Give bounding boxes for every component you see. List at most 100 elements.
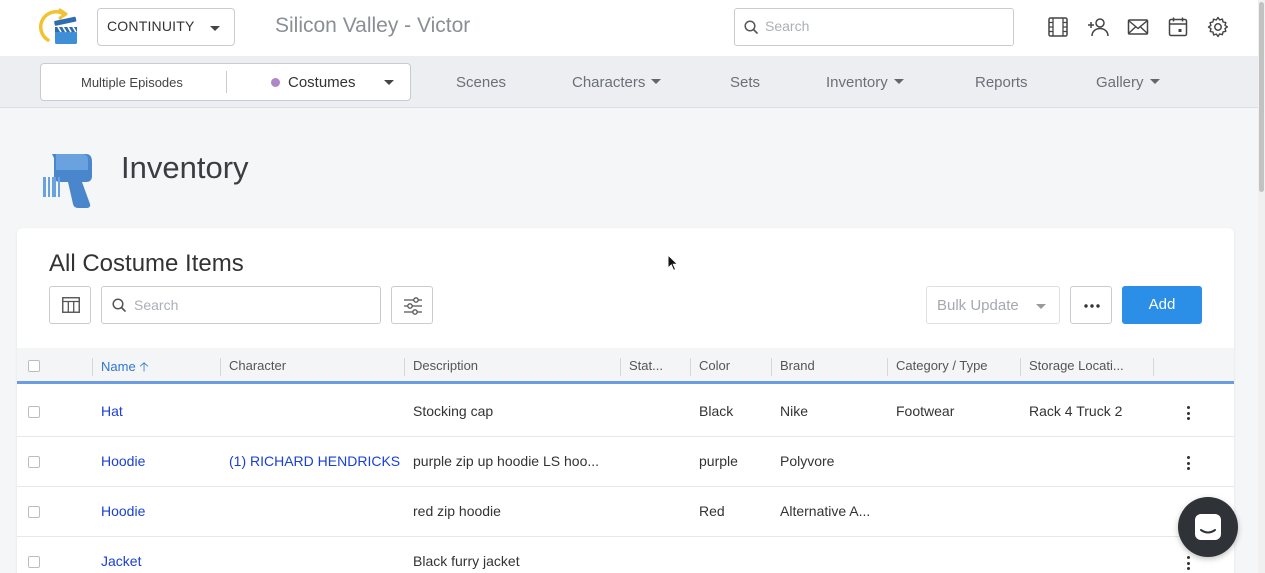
table-search[interactable] [101,286,381,324]
film-icon[interactable] [1046,15,1070,39]
row-checkbox[interactable] [28,506,40,518]
description-cell: purple zip up hoodie LS hoo... [413,453,600,469]
divider [226,71,227,93]
chevron-down-icon [210,26,220,31]
item-name-link[interactable]: Hat [101,403,123,419]
sliders-icon [404,297,422,315]
column-divider[interactable] [220,358,221,376]
add-user-icon[interactable] [1086,15,1110,39]
nav-item-gallery[interactable]: Gallery [1096,74,1160,91]
column-divider[interactable] [1153,358,1154,376]
table-search-input[interactable] [134,297,374,313]
search-icon [744,20,758,34]
barcode-scanner-icon [43,154,92,208]
bulk-update-label: Bulk Update [937,297,1019,314]
description-cell: Stocking cap [413,403,494,419]
table-row[interactable]: Hoodie (1) RICHARD HENDRICKS purple zip … [17,437,1234,487]
filter-button[interactable] [391,286,433,324]
row-menu-icon[interactable] [1187,406,1191,423]
column-header-description[interactable]: Description [413,358,478,373]
item-name-link[interactable]: Jacket [101,553,141,569]
episode-selector[interactable]: Multiple Episodes [81,75,183,90]
nav-item-label: Characters [572,74,646,91]
column-divider[interactable] [690,358,691,376]
category-cell: Footwear [896,403,955,419]
sort-ascending-icon: 🡡 [139,359,149,374]
scrollbar-thumb[interactable] [1259,2,1264,192]
description-cell: red zip hoodie [413,503,501,519]
brand-cell: Alternative A... [780,503,871,519]
brand-cell: Nike [780,403,809,419]
column-header-character[interactable]: Character [229,358,286,373]
column-header-status[interactable]: Stat... [629,358,663,373]
mail-icon[interactable] [1126,15,1150,39]
table-row[interactable]: Jacket Black furry jacket [17,537,1234,573]
color-cell: purple [699,453,738,469]
nav-item-label: Scenes [456,74,507,91]
columns-icon [62,297,80,313]
nav-item-characters[interactable]: Characters [572,74,662,91]
add-button[interactable]: Add [1122,286,1202,324]
column-divider[interactable] [1020,358,1021,376]
app-logo-icon[interactable] [38,8,80,48]
brand-cell: Polyvore [780,453,835,469]
column-header-color[interactable]: Color [699,358,730,373]
item-name-link[interactable]: Hoodie [101,503,145,519]
table-row[interactable]: Hat Stocking cap Black Nike Footwear Rac… [17,387,1234,437]
column-header-brand[interactable]: Brand [780,358,815,373]
nav-item-sets[interactable]: Sets [730,74,760,91]
inventory-card: All Costume Items Bulk Update A [17,228,1234,573]
table-row[interactable]: Hoodie red zip hoodie Red Alternative A.… [17,487,1234,537]
row-menu-icon[interactable] [1187,556,1191,573]
chat-icon [1195,514,1221,540]
top-bar: CONTINUITY Silicon Valley - Victor [0,0,1258,56]
chevron-down-icon [893,79,904,84]
chevron-down-icon [651,79,662,84]
mouse-cursor-icon [667,254,679,272]
color-cell: Red [699,503,725,519]
table-header: Name 🡡 Character Description Stat... Col… [17,348,1234,384]
column-header-storage[interactable]: Storage Locati... [1029,358,1124,373]
chat-launcher-button[interactable] [1178,497,1238,557]
column-header-category[interactable]: Category / Type [896,358,988,373]
nav-item-inventory[interactable]: Inventory [826,74,904,91]
project-name: Silicon Valley - Victor [275,14,471,37]
chevron-down-icon [1149,79,1160,84]
page-scrollbar[interactable] [1258,0,1265,573]
character-link[interactable]: (1) RICHARD HENDRICKS [229,453,400,469]
gear-icon[interactable] [1206,15,1230,39]
nav-bar: Multiple Episodes Costumes Scenes Charac… [0,56,1258,108]
app-select-dropdown[interactable]: CONTINUITY [97,8,235,46]
nav-item-reports[interactable]: Reports [975,74,1028,91]
column-header-label: Name [101,359,136,374]
column-divider[interactable] [404,358,405,376]
column-divider[interactable] [620,358,621,376]
app-select-label: CONTINUITY [107,18,195,34]
column-divider[interactable] [771,358,772,376]
item-name-link[interactable]: Hoodie [101,453,145,469]
nav-item-label: Reports [975,74,1028,91]
calendar-icon[interactable] [1166,15,1190,39]
global-search[interactable] [734,8,1014,46]
row-checkbox[interactable] [28,456,40,468]
column-header-name[interactable]: Name 🡡 [101,358,149,380]
department-selector[interactable]: Costumes [288,74,356,91]
row-checkbox[interactable] [28,406,40,418]
bulk-update-dropdown[interactable]: Bulk Update [926,286,1060,324]
page-title: Inventory [121,150,249,185]
row-menu-icon[interactable] [1187,456,1191,473]
columns-button[interactable] [49,286,91,324]
card-title: All Costume Items [49,250,244,277]
row-checkbox[interactable] [28,556,40,568]
storage-cell: Rack 4 Truck 2 [1029,403,1123,419]
more-options-button[interactable] [1070,286,1112,324]
column-divider[interactable] [887,358,888,376]
search-icon [112,298,126,312]
department-color-dot [271,78,280,87]
select-all-checkbox[interactable] [28,360,40,372]
chevron-down-icon[interactable] [384,80,394,85]
nav-item-label: Inventory [826,74,888,91]
global-search-input[interactable] [765,18,1005,34]
nav-item-scenes[interactable]: Scenes [456,74,506,91]
column-divider[interactable] [92,358,93,376]
